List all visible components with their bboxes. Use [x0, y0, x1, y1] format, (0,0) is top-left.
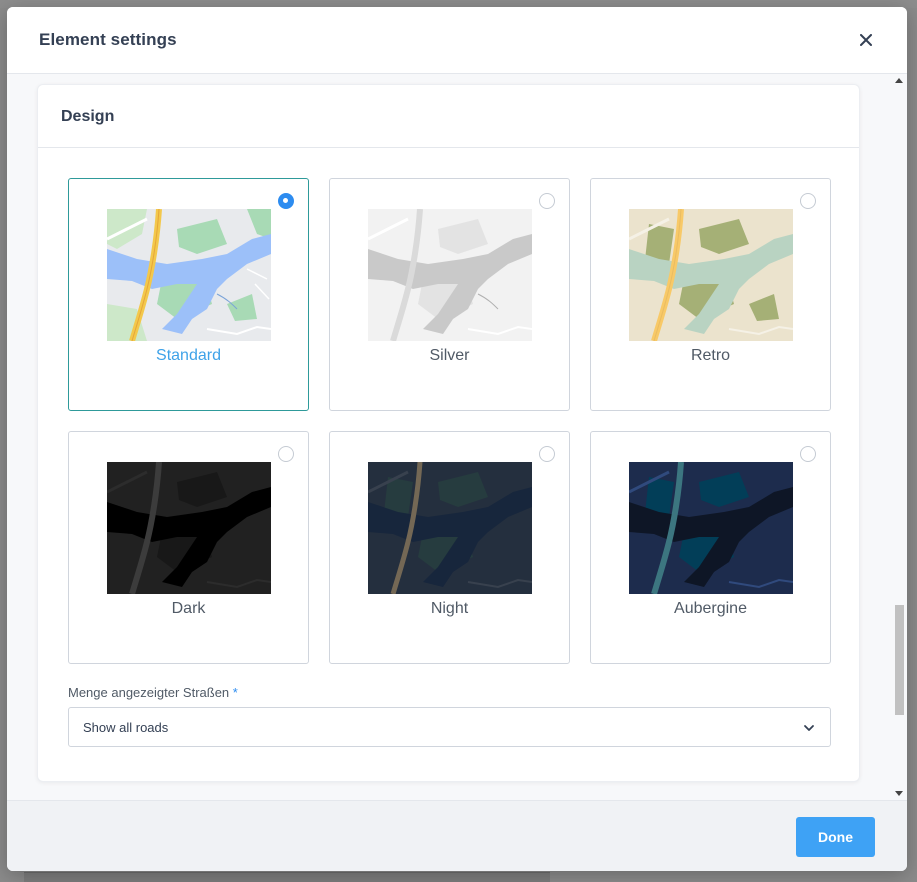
close-button[interactable]: [855, 29, 877, 51]
roads-select-value: Show all roads: [83, 720, 169, 735]
radio-dark[interactable]: [278, 446, 294, 462]
map-preview-dark: [107, 462, 271, 594]
radio-retro[interactable]: [800, 193, 816, 209]
map-preview-silver: [368, 209, 532, 341]
style-label-night: Night: [430, 600, 469, 617]
style-label-dark: Dark: [171, 600, 206, 617]
roads-field-label-text: Menge angezeigter Straßen: [68, 685, 230, 700]
modal-title: Element settings: [39, 30, 177, 49]
style-label-retro: Retro: [690, 347, 731, 364]
done-button[interactable]: Done: [796, 817, 875, 857]
design-title: Design: [61, 108, 115, 125]
style-tile-standard[interactable]: Standard: [68, 178, 309, 411]
style-tile-aubergine[interactable]: Aubergine: [590, 431, 831, 664]
modal-scrollbar[interactable]: [893, 74, 905, 800]
radio-aubergine[interactable]: [800, 446, 816, 462]
scroll-thumb[interactable]: [895, 605, 904, 715]
chevron-down-icon: [804, 725, 814, 731]
close-icon: [860, 34, 872, 46]
radio-standard[interactable]: [278, 193, 294, 209]
design-card: Design Standard Silver Retro Dark Night …: [37, 84, 860, 782]
scroll-down-arrow-icon[interactable]: [895, 791, 903, 796]
map-preview-retro: [629, 209, 793, 341]
style-label-silver: Silver: [429, 347, 470, 364]
required-mark: *: [232, 685, 238, 700]
radio-silver[interactable]: [539, 193, 555, 209]
design-card-header: Design: [38, 85, 859, 148]
scroll-up-arrow-icon[interactable]: [895, 78, 903, 83]
roads-field-label: Menge angezeigter Straßen *: [68, 685, 238, 700]
map-preview-night: [368, 462, 532, 594]
style-label-standard: Standard: [156, 347, 221, 364]
modal-body: Design Standard Silver Retro Dark Night …: [7, 74, 907, 800]
style-tile-night[interactable]: Night: [329, 431, 570, 664]
map-preview-standard: [107, 209, 271, 341]
modal-footer: Done: [7, 800, 907, 871]
style-tile-silver[interactable]: Silver: [329, 178, 570, 411]
style-tile-dark[interactable]: Dark: [68, 431, 309, 664]
style-tile-retro[interactable]: Retro: [590, 178, 831, 411]
radio-night[interactable]: [539, 446, 555, 462]
style-label-aubergine: Aubergine: [674, 600, 747, 617]
element-settings-modal: Element settings Design Standard Silver …: [7, 7, 907, 871]
modal-header: Element settings: [7, 7, 907, 74]
background-map-footer: [24, 872, 550, 882]
map-preview-aubergine: [629, 462, 793, 594]
roads-select[interactable]: Show all roads: [68, 707, 831, 747]
